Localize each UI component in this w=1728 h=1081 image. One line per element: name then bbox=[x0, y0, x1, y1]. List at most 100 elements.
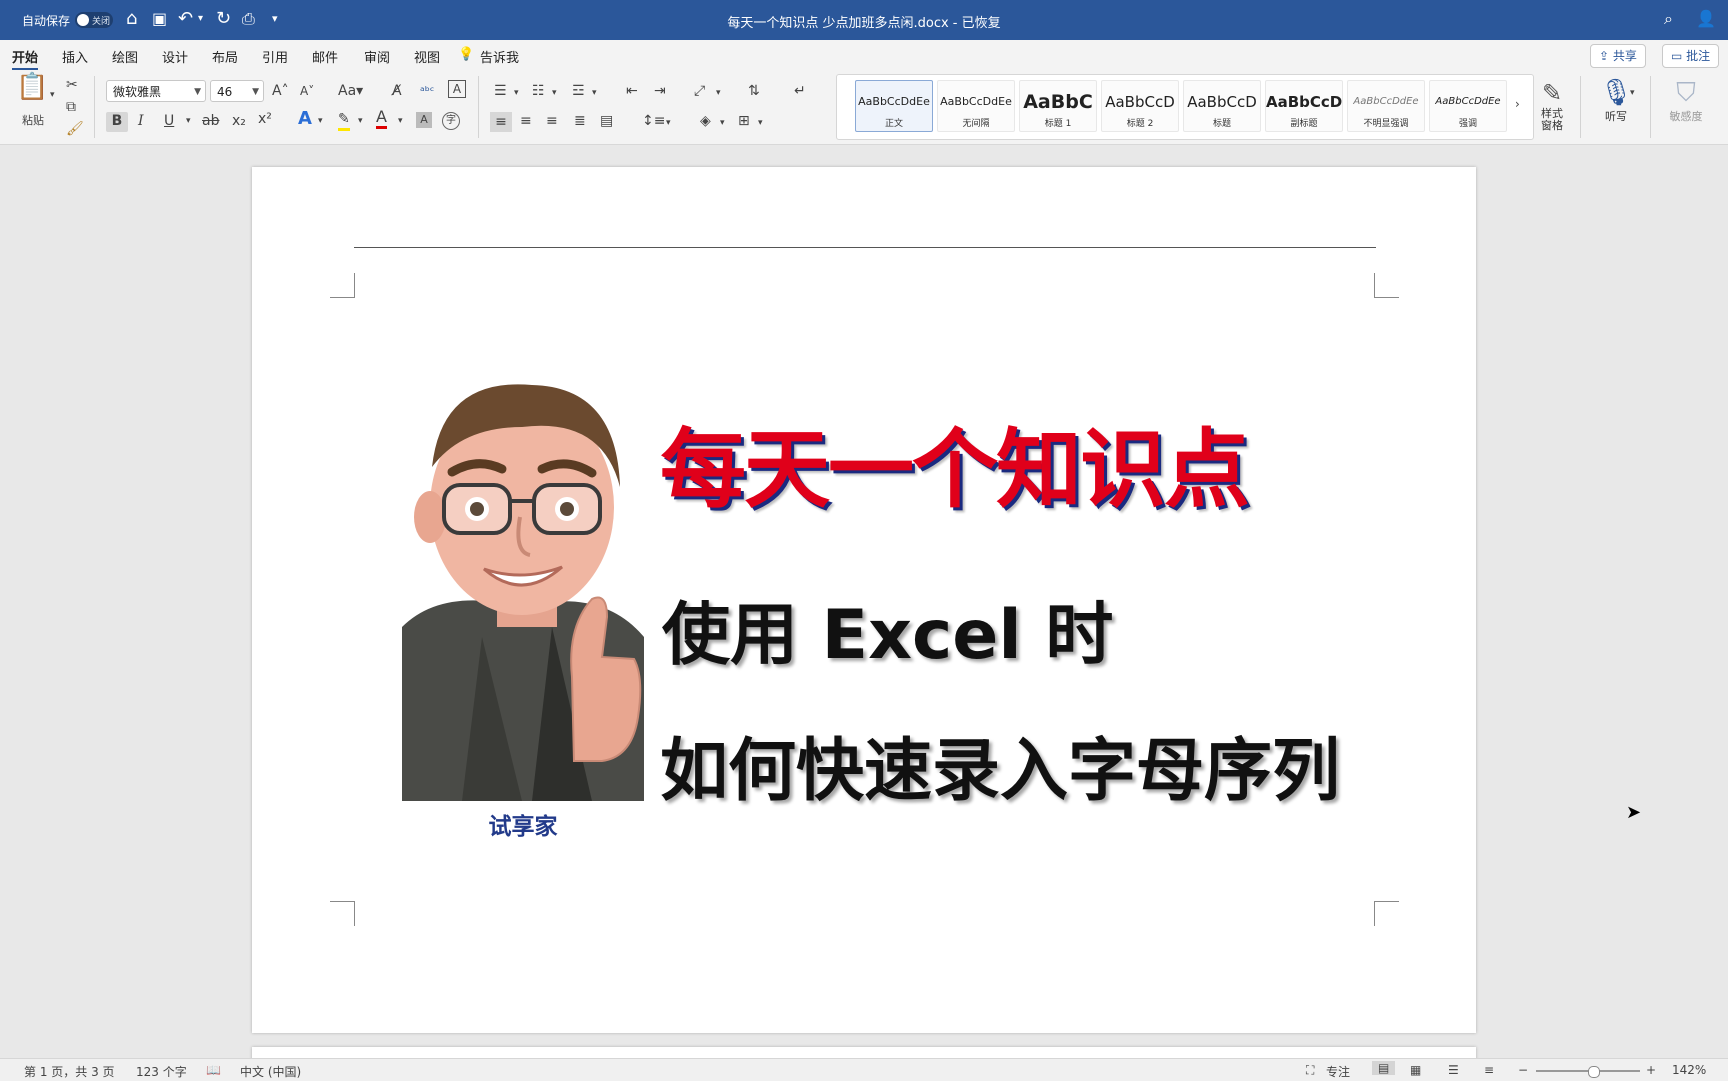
superscript-button[interactable]: x² bbox=[258, 110, 272, 128]
underline-button[interactable]: U bbox=[164, 112, 174, 130]
draft-view-icon[interactable]: ≡ bbox=[1484, 1063, 1494, 1077]
tab-insert[interactable]: 插入 bbox=[62, 47, 88, 66]
tab-draw[interactable]: 绘图 bbox=[112, 47, 138, 66]
align-left-button[interactable]: ≡ bbox=[490, 112, 512, 132]
tab-mailings[interactable]: 邮件 bbox=[312, 47, 338, 66]
tab-references[interactable]: 引用 bbox=[262, 47, 288, 66]
focus-label[interactable]: 专注 bbox=[1326, 1063, 1350, 1080]
chevron-right-icon[interactable]: › bbox=[1515, 95, 1520, 113]
text-effects-dropdown-icon[interactable]: ▾ bbox=[318, 112, 323, 130]
document-line-2[interactable]: 使用 Excel 时 bbox=[662, 579, 1113, 678]
outline-view-icon[interactable]: ☰ bbox=[1448, 1063, 1459, 1077]
highlight-dropdown-icon[interactable]: ▾ bbox=[358, 112, 363, 130]
phonetic-guide-icon[interactable]: ᵃᵇᶜ bbox=[420, 82, 434, 100]
paste-label[interactable]: 粘贴 bbox=[22, 112, 44, 130]
strikethrough-button[interactable]: ab bbox=[202, 112, 219, 130]
bullets-icon[interactable]: ☰ bbox=[494, 82, 507, 100]
style-emphasis[interactable]: AaBbCcDdEe 强调 bbox=[1429, 80, 1507, 132]
text-effects-icon[interactable]: A bbox=[298, 110, 312, 128]
focus-icon[interactable]: ⛶ bbox=[1306, 1063, 1314, 1078]
style-heading-1[interactable]: AaBbC 标题 1 bbox=[1019, 80, 1097, 132]
document-page[interactable]: 试享家 每天一个知识点 使用 Excel 时 如何快速录入字母序列 ➤ bbox=[252, 167, 1641, 1033]
document-heading[interactable]: 每天一个知识点 bbox=[660, 399, 1250, 524]
web-layout-icon[interactable]: ▦ bbox=[1410, 1063, 1421, 1077]
tab-home[interactable]: 开始 bbox=[12, 47, 39, 70]
justify-button[interactable]: ≣ bbox=[574, 112, 586, 130]
dictate-label: 听写 bbox=[1605, 110, 1627, 123]
zoom-out-icon[interactable]: − bbox=[1518, 1063, 1528, 1077]
proofing-icon[interactable]: 📖 bbox=[206, 1063, 221, 1077]
borders-icon[interactable]: ⊞ bbox=[738, 112, 750, 130]
sensitivity-button[interactable]: ⛉ 敏感度 bbox=[1664, 78, 1708, 124]
shading-icon[interactable]: ◈ bbox=[700, 112, 711, 130]
format-painter-icon[interactable]: 🖌 bbox=[66, 120, 84, 138]
tab-review[interactable]: 审阅 bbox=[364, 47, 390, 66]
clear-formatting-icon[interactable]: A̸ bbox=[392, 82, 402, 100]
borders-dropdown-icon[interactable]: ▾ bbox=[758, 114, 763, 132]
styles-pane-button[interactable]: ✎ 样式窗格 bbox=[1538, 78, 1566, 132]
change-case-icon[interactable]: Aa▾ bbox=[338, 82, 363, 100]
language-status[interactable]: 中文 (中国) bbox=[240, 1063, 301, 1080]
tab-layout[interactable]: 布局 bbox=[212, 47, 238, 66]
character-shading-icon[interactable]: A bbox=[416, 112, 432, 128]
subscript-button[interactable]: x₂ bbox=[232, 112, 246, 130]
grow-font-icon[interactable]: A˄ bbox=[272, 82, 289, 100]
sort-icon[interactable]: ⇅ bbox=[748, 82, 760, 100]
align-right-button[interactable]: ≡ bbox=[546, 112, 558, 130]
numbering-dropdown-icon[interactable]: ▾ bbox=[552, 84, 557, 102]
page-count[interactable]: 第 1 页，共 3 页 bbox=[24, 1063, 115, 1080]
underline-dropdown-icon[interactable]: ▾ bbox=[186, 112, 191, 130]
align-center-button[interactable]: ≡ bbox=[520, 112, 532, 130]
dictate-dropdown-icon[interactable]: ▾ bbox=[1630, 84, 1635, 102]
multilevel-dropdown-icon[interactable]: ▾ bbox=[592, 84, 597, 102]
line-spacing-icon[interactable]: ↕≡ bbox=[642, 112, 665, 130]
style-no-spacing[interactable]: AaBbCcDdEe 无间隔 bbox=[937, 80, 1015, 132]
clipboard-icon[interactable]: 📋 bbox=[16, 74, 48, 100]
style-subtitle[interactable]: AaBbCcD 副标题 bbox=[1265, 80, 1343, 132]
zoom-slider-thumb[interactable] bbox=[1588, 1066, 1600, 1078]
character-border-icon[interactable]: A bbox=[448, 80, 466, 98]
zoom-level[interactable]: 142% bbox=[1672, 1063, 1706, 1077]
bullets-dropdown-icon[interactable]: ▾ bbox=[514, 84, 519, 102]
increase-indent-icon[interactable]: ⇥ bbox=[654, 82, 666, 100]
numbering-icon[interactable]: ☷ bbox=[532, 82, 545, 100]
distributed-button[interactable]: ▤ bbox=[600, 112, 613, 130]
document-line-3[interactable]: 如何快速录入字母序列 bbox=[660, 715, 1340, 814]
copy-icon[interactable]: ⧉ bbox=[66, 98, 76, 116]
cut-icon[interactable]: ✂ bbox=[66, 76, 78, 94]
style-heading-2[interactable]: AaBbCcD 标题 2 bbox=[1101, 80, 1179, 132]
font-size-select[interactable]: 46 ▼ bbox=[210, 80, 264, 102]
style-title[interactable]: AaBbCcD 标题 bbox=[1183, 80, 1261, 132]
bold-button[interactable]: B bbox=[106, 112, 128, 132]
paste-dropdown-icon[interactable]: ▾ bbox=[50, 86, 55, 104]
tab-design[interactable]: 设计 bbox=[162, 47, 188, 66]
highlight-icon[interactable]: ✎ bbox=[338, 110, 350, 131]
search-icon[interactable]: ⌕ bbox=[1664, 9, 1673, 29]
font-color-icon[interactable]: A bbox=[376, 108, 387, 129]
enclose-characters-icon[interactable]: 字 bbox=[442, 112, 460, 130]
decrease-indent-icon[interactable]: ⇤ bbox=[626, 82, 638, 100]
tab-view[interactable]: 视图 bbox=[414, 47, 440, 66]
show-formatting-marks-icon[interactable]: ↵ bbox=[794, 82, 806, 100]
tell-me-search[interactable]: 告诉我 bbox=[480, 47, 519, 66]
zoom-slider[interactable] bbox=[1536, 1066, 1640, 1078]
avatar-image[interactable] bbox=[402, 377, 644, 801]
text-direction-dropdown-icon[interactable]: ▾ bbox=[716, 84, 721, 102]
word-count[interactable]: 123 个字 bbox=[136, 1063, 187, 1080]
style-normal[interactable]: AaBbCcDdEe 正文 bbox=[855, 80, 933, 132]
line-spacing-dropdown-icon[interactable]: ▾ bbox=[666, 114, 671, 132]
font-name-select[interactable]: 微软雅黑 ▼ bbox=[106, 80, 206, 102]
style-subtle-emphasis[interactable]: AaBbCcDdEe 不明显强调 bbox=[1347, 80, 1425, 132]
shrink-font-icon[interactable]: A˅ bbox=[300, 82, 314, 100]
chevron-down-icon: ▼ bbox=[252, 87, 259, 97]
shading-dropdown-icon[interactable]: ▾ bbox=[720, 114, 725, 132]
zoom-in-icon[interactable]: + bbox=[1646, 1063, 1656, 1077]
print-layout-icon[interactable]: ▤ bbox=[1372, 1061, 1396, 1075]
font-color-dropdown-icon[interactable]: ▾ bbox=[398, 112, 403, 130]
italic-button[interactable]: I bbox=[138, 112, 144, 130]
multilevel-list-icon[interactable]: ☲ bbox=[572, 82, 585, 100]
comments-button[interactable]: ▭ 批注 bbox=[1662, 44, 1720, 68]
share-button[interactable]: ⇪ 共享 bbox=[1590, 44, 1646, 68]
text-direction-icon[interactable]: ⤢ bbox=[694, 82, 705, 100]
account-icon[interactable]: 👤 bbox=[1696, 9, 1716, 28]
